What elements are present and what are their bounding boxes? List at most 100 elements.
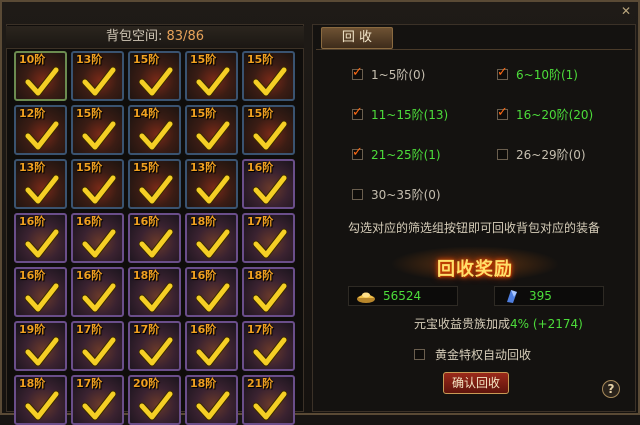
- filter-label: 1~5阶(0): [371, 67, 426, 82]
- bag-slot[interactable]: 16阶: [185, 321, 238, 371]
- filter-label: 6~10阶(1): [516, 67, 578, 82]
- auto-recycle-label: 黄金特权自动回收: [435, 347, 532, 362]
- checkmark-icon: [138, 119, 174, 153]
- bonus-line: 元宝收益贵族加成4% (+2174): [414, 315, 583, 332]
- bag-title: 背包空间: 83/86: [6, 26, 304, 49]
- bag-slot[interactable]: 18阶: [185, 375, 238, 425]
- checkmark-icon: [24, 173, 60, 207]
- checkmark-icon: [81, 65, 117, 99]
- tab-divider: [316, 49, 632, 50]
- crystal-value: 395: [529, 289, 552, 303]
- filter-option-21-25[interactable]: 21~25阶(1): [352, 145, 441, 162]
- checkmark-icon: [81, 389, 117, 423]
- filter-option-16-20[interactable]: 16~20阶(20): [497, 105, 594, 122]
- bonus-text: 元宝收益贵族加成: [414, 317, 511, 331]
- checkmark-icon: [81, 281, 117, 315]
- confirm-recycle-button[interactable]: 确认回收: [443, 372, 509, 394]
- filter-checkbox[interactable]: [497, 65, 508, 80]
- bag-slot[interactable]: 18阶: [242, 267, 295, 317]
- bag-slot[interactable]: 16阶: [242, 159, 295, 209]
- tab-recycle[interactable]: 回 收: [321, 27, 393, 49]
- help-icon[interactable]: ?: [602, 380, 620, 398]
- bag-slot[interactable]: 15阶: [242, 51, 295, 101]
- filter-option-11-15[interactable]: 11~15阶(13): [352, 105, 449, 122]
- bag-slot[interactable]: 15阶: [185, 105, 238, 155]
- checkmark-icon: [24, 227, 60, 261]
- bag-slot[interactable]: 18阶: [14, 375, 67, 425]
- checkmark-icon: [24, 335, 60, 369]
- gold-ingot-icon: [357, 292, 375, 303]
- bag-slot[interactable]: 16阶: [14, 213, 67, 263]
- checkmark-icon: [24, 389, 60, 423]
- checkmark-icon: [252, 389, 288, 423]
- bag-slot[interactable]: 15阶: [71, 105, 124, 155]
- gold-reward: 56524: [348, 286, 458, 306]
- bag-slot[interactable]: 16阶: [128, 213, 181, 263]
- checkmark-icon: [138, 173, 174, 207]
- checkmark-icon: [195, 173, 231, 207]
- filter-label: 21~25阶(1): [371, 147, 441, 162]
- bag-slot[interactable]: 20阶: [128, 375, 181, 425]
- bag-slot[interactable]: 16阶: [71, 267, 124, 317]
- filter-label: 11~15阶(13): [371, 107, 449, 122]
- checkmark-icon: [195, 119, 231, 153]
- bag-slot[interactable]: 14阶: [128, 105, 181, 155]
- bag-slot[interactable]: 12阶: [14, 105, 67, 155]
- checkmark-icon: [252, 119, 288, 153]
- checkmark-icon: [252, 335, 288, 369]
- filter-checkbox[interactable]: [352, 105, 363, 120]
- checkmark-icon: [24, 119, 60, 153]
- bag-slot[interactable]: 16阶: [14, 267, 67, 317]
- bag-slot[interactable]: 17阶: [128, 321, 181, 371]
- bag-slot[interactable]: 18阶: [128, 267, 181, 317]
- bag-slot[interactable]: 10阶: [14, 51, 67, 101]
- filter-checkbox[interactable]: [352, 65, 363, 80]
- bag-slot[interactable]: 16阶: [71, 213, 124, 263]
- bag-slot[interactable]: 15阶: [128, 159, 181, 209]
- bag-slot[interactable]: 13阶: [14, 159, 67, 209]
- bag-slot[interactable]: 15阶: [71, 159, 124, 209]
- bag-slot[interactable]: 13阶: [71, 51, 124, 101]
- checkmark-icon: [81, 335, 117, 369]
- recycle-hint: 勾选对应的筛选组按钮即可回收背包对应的装备: [347, 221, 600, 235]
- bag-slot[interactable]: 18阶: [185, 213, 238, 263]
- checkmark-icon: [81, 227, 117, 261]
- bag-slot[interactable]: 17阶: [71, 321, 124, 371]
- checkmark-icon: [138, 335, 174, 369]
- bag-grid: 10阶 13阶 15阶 15阶 15阶 12阶 15阶 14阶 15阶 15阶 13阶 15阶 15阶 1…: [14, 51, 299, 425]
- bag-title-label: 背包空间:: [106, 29, 167, 44]
- crystal-icon: [507, 290, 517, 303]
- filter-checkbox[interactable]: [497, 105, 508, 120]
- checkmark-icon: [252, 65, 288, 99]
- bonus-value: 4% (+2174): [510, 317, 583, 331]
- filter-checkbox[interactable]: [497, 148, 508, 160]
- bag-slot[interactable]: 13阶: [185, 159, 238, 209]
- bag-slot[interactable]: 17阶: [242, 213, 295, 263]
- checkmark-icon: [195, 281, 231, 315]
- bag-slot[interactable]: 15阶: [185, 51, 238, 101]
- filter-option-30-35[interactable]: 30~35阶(0): [352, 186, 441, 202]
- filter-option-26-29[interactable]: 26~29阶(0): [497, 146, 586, 162]
- checkmark-icon: [138, 389, 174, 423]
- filter-option-1-5[interactable]: 1~5阶(0): [352, 65, 426, 82]
- close-icon[interactable]: ✕: [618, 4, 634, 18]
- bag-count: 83/86: [166, 29, 204, 44]
- bag-slot[interactable]: 21阶: [242, 375, 295, 425]
- crystal-reward: 395: [494, 286, 604, 306]
- auto-recycle-checkbox[interactable]: [414, 348, 425, 360]
- bag-slot[interactable]: 15阶: [242, 105, 295, 155]
- bag-slot[interactable]: 16阶: [185, 267, 238, 317]
- filter-option-6-10[interactable]: 6~10阶(1): [497, 65, 578, 82]
- bag-slot[interactable]: 17阶: [242, 321, 295, 371]
- checkmark-icon: [24, 281, 60, 315]
- filter-label: 16~20阶(20): [516, 107, 594, 122]
- bag-slot[interactable]: 15阶: [128, 51, 181, 101]
- auto-recycle-option[interactable]: 黄金特权自动回收: [414, 347, 532, 362]
- bag-slot[interactable]: 19阶: [14, 321, 67, 371]
- filter-checkbox[interactable]: [352, 145, 363, 160]
- filter-label: 30~35阶(0): [371, 187, 441, 202]
- checkmark-icon: [195, 389, 231, 423]
- bag-slot[interactable]: 17阶: [71, 375, 124, 425]
- checkmark-icon: [195, 65, 231, 99]
- filter-checkbox[interactable]: [352, 188, 363, 200]
